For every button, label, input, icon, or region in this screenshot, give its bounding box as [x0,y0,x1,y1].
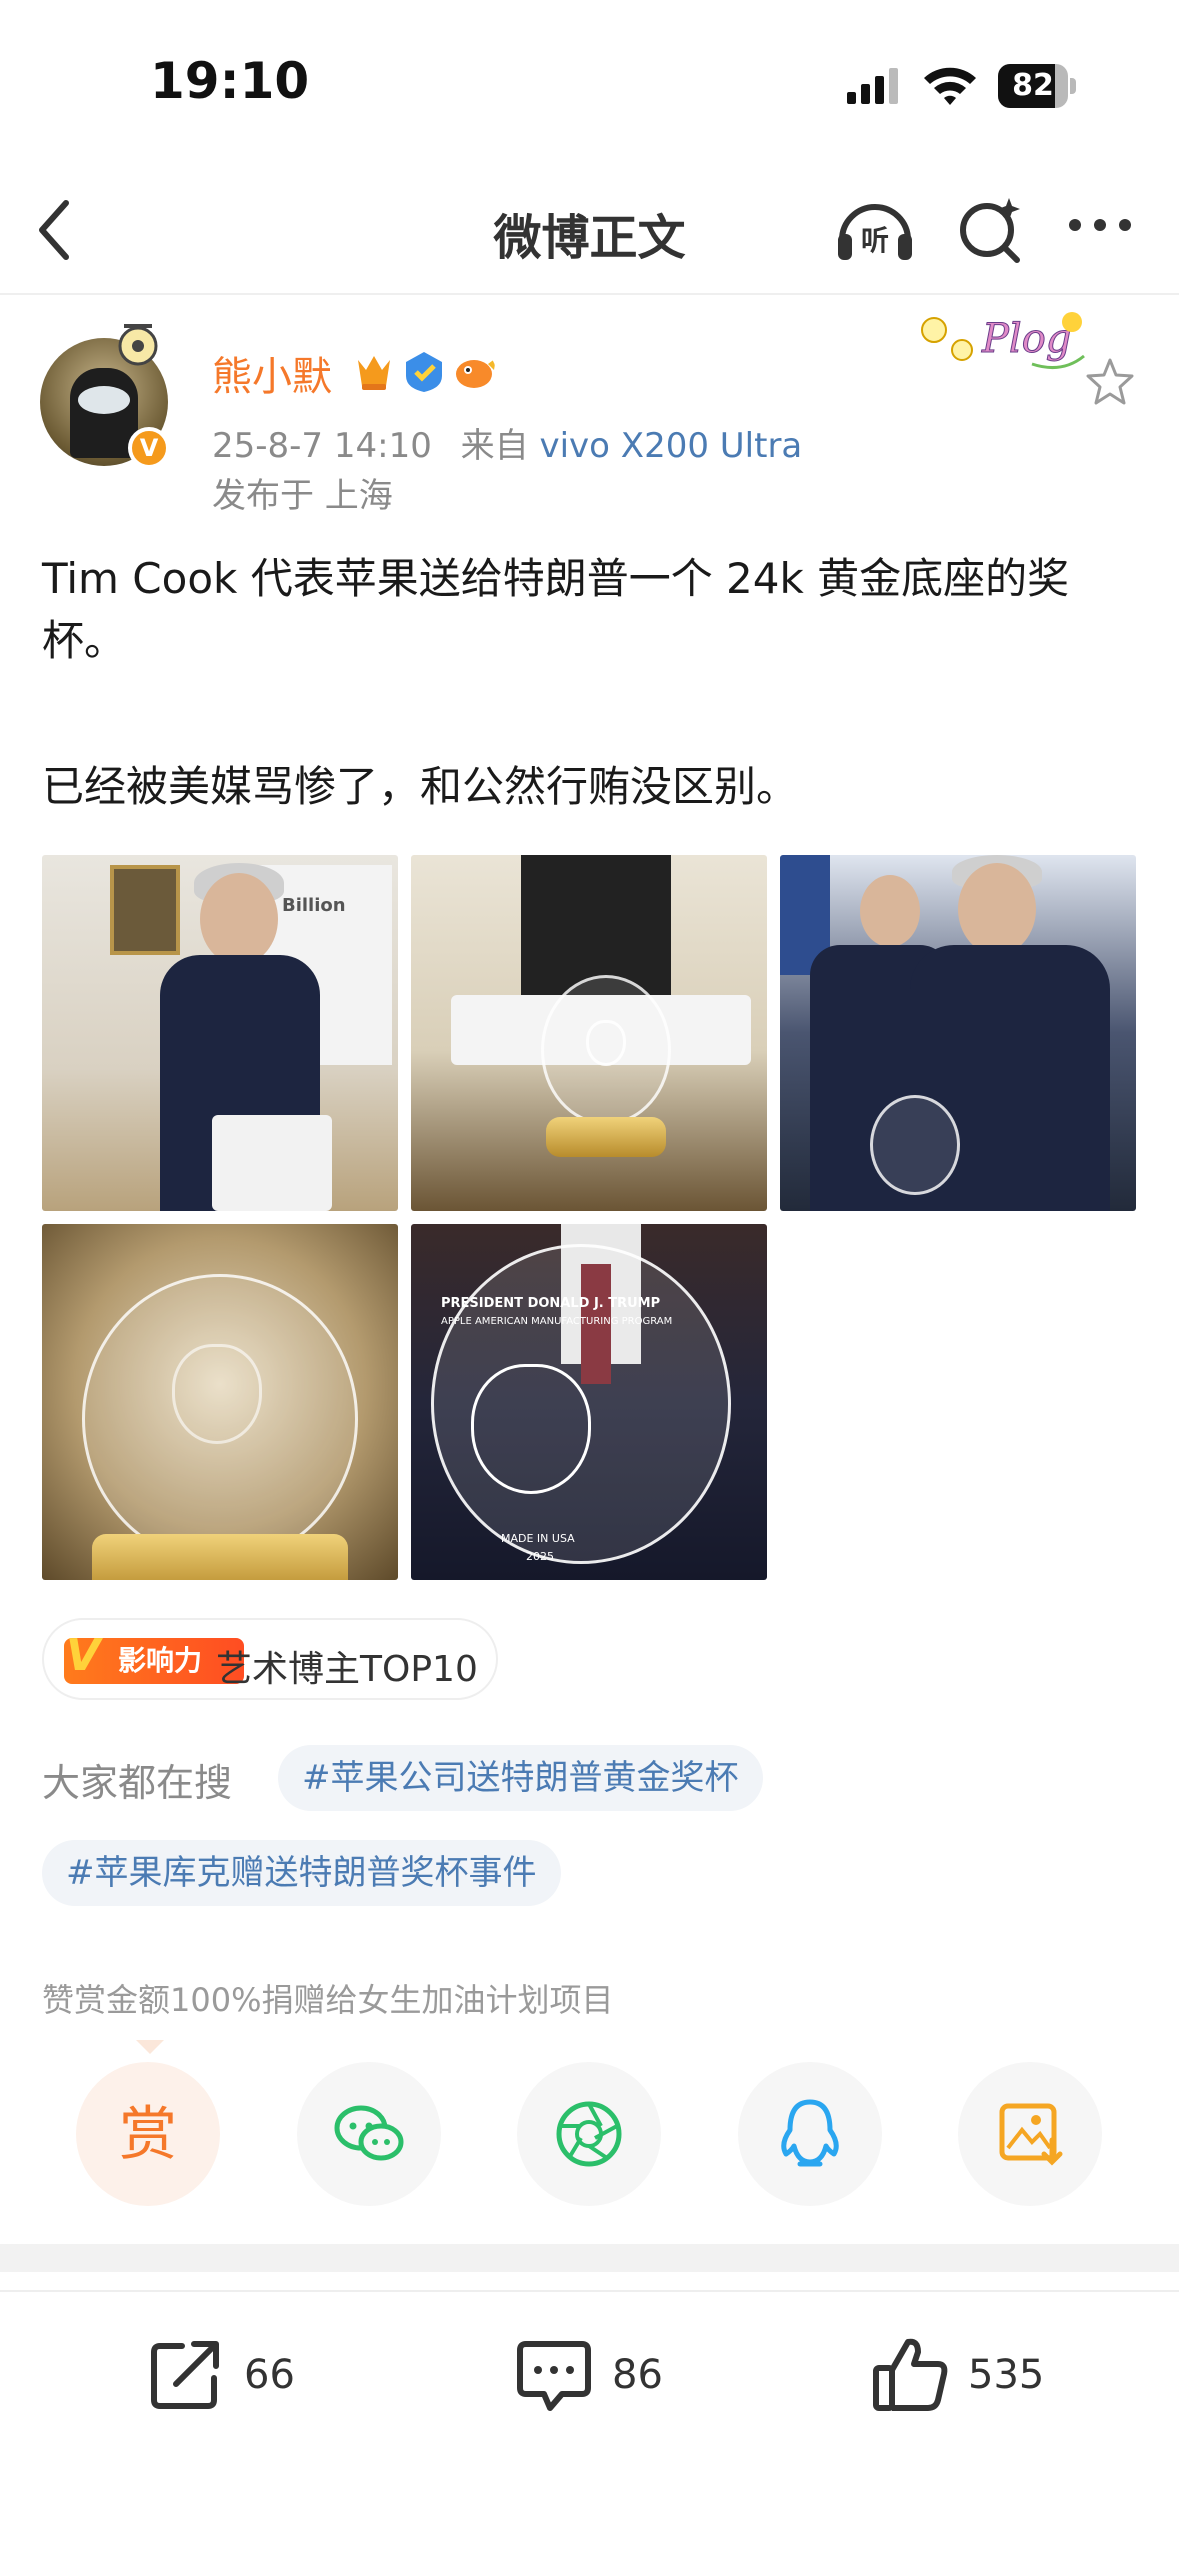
post-text-paragraph-1: Tim Cook 代表苹果送给特朗普一个 24k 黄金底座的奖杯。 [42,554,1070,665]
post-meta: 25-8-7 14:10 来自 vivo X200 Ultra [212,418,802,467]
share-qq-button[interactable] [738,2062,882,2206]
repost-icon [151,2341,219,2409]
author-name[interactable]: 熊小默 [212,344,332,402]
post-image-1[interactable]: Billion [42,855,398,1211]
search-icon[interactable] [955,190,1025,266]
moments-aperture-icon [556,2101,622,2167]
repost-count: 66 [244,2352,295,2398]
influence-label: 艺术博主TOP10 [216,1649,478,1690]
image-5-made-in: MADE IN USA [501,1532,575,1545]
comment-icon [517,2341,591,2411]
image-1-caption: Billion [282,895,346,916]
donation-note: 赞赏金额100%捐赠给女生加油计划项目 [42,1981,614,2019]
section-divider [0,2244,1179,2272]
verified-badge: V [128,427,170,469]
save-image-button[interactable] [958,2062,1102,2206]
hot-search-tag[interactable]: #苹果公司送特朗普黄金奖杯 [278,1745,763,1811]
like-count: 535 [968,2352,1045,2398]
post-image-2[interactable] [411,855,767,1211]
battery-indicator: 82 [998,64,1076,108]
reward-label: 赏 [118,2100,177,2168]
plog-sticker-icon: Plog [921,312,1085,370]
influence-v-icon: V [66,1630,101,1681]
image-5-caption-line-1: PRESIDENT DONALD J. TRUMP [441,1296,661,1311]
bottom-action-bar: 66 86 535 [0,2290,1179,2556]
reward-pointer [136,2040,164,2054]
post-location: 发布于 上海 [212,476,393,516]
listen-label: 听 [861,224,889,257]
post-image-5[interactable]: PRESIDENT DONALD J. TRUMP APPLE AMERICAN… [411,1224,767,1580]
post-image-4[interactable] [42,1224,398,1580]
favorite-star-icon[interactable] [1082,354,1138,410]
crown-medal-icon[interactable] [352,350,396,394]
qq-penguin-icon [781,2099,839,2167]
nav-bar: 微博正文 听 [0,160,1179,295]
status-bar: 19:10 82 [0,0,1179,160]
thumbs-up-icon [873,2338,948,2411]
source-prefix: 来自 [460,426,529,466]
source-device[interactable]: vivo X200 Ultra [539,426,802,466]
svg-text:Plog: Plog [981,316,1071,362]
reward-button[interactable]: 赏 [76,2062,220,2206]
image-5-caption-line-2: APPLE AMERICAN MANUFACTURING PROGRAM [441,1316,673,1327]
hot-search-tag[interactable]: #苹果库克赠送特朗普奖杯事件 [42,1840,561,1906]
wechat-icon [334,2105,404,2161]
cellular-signal-icon [847,68,898,104]
post-text-paragraph-2: 已经被美媒骂惨了，和公然行贿没区别。 [42,762,799,811]
post-image-3[interactable] [780,855,1136,1211]
share-wechat-button[interactable] [297,2062,441,2206]
status-time: 19:10 [150,52,310,110]
fish-badge-icon[interactable] [452,350,496,394]
post-timestamp: 25-8-7 14:10 [212,426,432,466]
avatar-pendant-icon [118,324,158,366]
battery-level: 82 [1012,68,1054,103]
wifi-icon [924,67,976,105]
listen-headphones-icon[interactable]: 听 [832,190,918,266]
comment-count: 86 [612,2352,663,2398]
image-5-year: 2025 [526,1550,554,1563]
more-options-icon[interactable] [1065,200,1135,250]
blue-shield-badge-icon[interactable] [402,350,446,394]
share-moments-button[interactable] [517,2062,661,2206]
influence-badge[interactable]: 影响力 V 艺术博主TOP10 [42,1618,498,1700]
hot-search-label: 大家都在搜 [42,1761,233,1805]
save-picture-icon [999,2103,1063,2166]
